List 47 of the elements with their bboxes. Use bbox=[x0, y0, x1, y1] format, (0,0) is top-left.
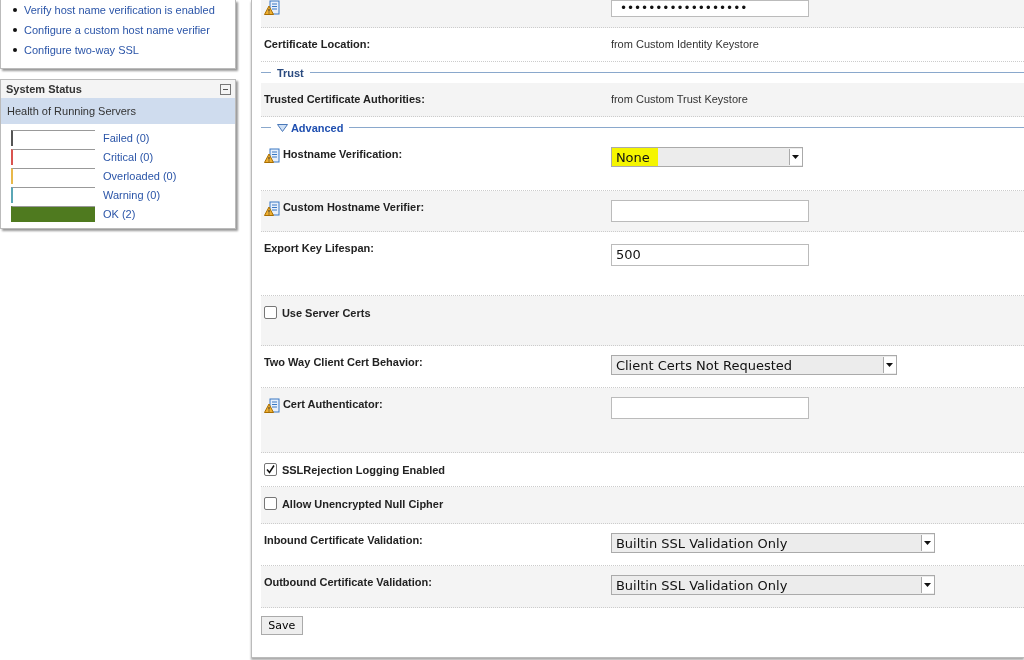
status-link[interactable]: Overloaded (0) bbox=[103, 170, 177, 182]
field-label: Export Key Lifespan: bbox=[263, 242, 374, 254]
help-link[interactable]: Configure two-way SSL bbox=[24, 40, 139, 60]
checkbox[interactable] bbox=[263, 463, 277, 476]
passphrase-field[interactable]: •••••••••••••••••• bbox=[610, 0, 809, 17]
checkbox-label: Use Server Certs bbox=[281, 306, 371, 319]
bullet-icon bbox=[13, 48, 17, 52]
status-link[interactable]: Critical (0) bbox=[103, 151, 154, 163]
field-value: from Custom Identity Keystore bbox=[610, 37, 759, 52]
help-link[interactable]: Configure a custom host name verifier bbox=[24, 20, 210, 40]
section-heading[interactable]: Advanced bbox=[290, 121, 344, 134]
panel-title: System Status bbox=[6, 83, 82, 95]
input-field[interactable] bbox=[610, 397, 809, 419]
status-link[interactable]: Failed (0) bbox=[103, 132, 150, 144]
field-label: Outbound Certificate Validation: bbox=[263, 576, 432, 588]
field-label: Two Way Client Cert Behavior: bbox=[263, 356, 423, 368]
dropdown[interactable]: None bbox=[610, 147, 803, 167]
help-link[interactable]: Verify host name verification is enabled bbox=[24, 0, 215, 20]
checkbox[interactable] bbox=[263, 497, 277, 510]
field-label: Custom Hostname Verifier: bbox=[282, 201, 425, 213]
field-label: Hostname Verification: bbox=[282, 148, 403, 160]
status-link[interactable]: Warning (0) bbox=[103, 189, 161, 201]
dropdown[interactable]: Builtin SSL Validation Only bbox=[610, 575, 935, 595]
caret-icon[interactable] bbox=[788, 149, 802, 165]
caret-icon[interactable] bbox=[882, 357, 896, 373]
field-label: Certificate Location: bbox=[263, 38, 371, 50]
dropdown[interactable]: Builtin SSL Validation Only bbox=[610, 533, 935, 553]
section-heading: Trust bbox=[276, 66, 304, 79]
bullet-icon bbox=[13, 28, 17, 32]
dropdown[interactable]: Client Certs Not Requested bbox=[610, 355, 897, 375]
input-field[interactable] bbox=[610, 200, 809, 222]
field-label: Inbound Certificate Validation: bbox=[263, 534, 423, 546]
field-label: Trusted Certificate Authorities: bbox=[263, 93, 425, 105]
checkbox[interactable] bbox=[263, 306, 277, 319]
collapse-icon[interactable] bbox=[219, 83, 231, 95]
checkbox-label: SSLRejection Logging Enabled bbox=[281, 463, 446, 476]
collapse-triangle-icon[interactable] bbox=[276, 123, 288, 132]
checkbox-label: Allow Unencrypted Null Cipher bbox=[281, 497, 444, 510]
bullet-icon bbox=[13, 8, 17, 12]
caret-icon[interactable] bbox=[920, 535, 934, 551]
input-field[interactable]: 500 bbox=[610, 244, 809, 266]
caret-icon[interactable] bbox=[920, 577, 934, 593]
status-link[interactable]: OK (2) bbox=[103, 208, 136, 220]
save-button[interactable]: Save bbox=[260, 616, 303, 635]
field-label: Cert Authenticator: bbox=[282, 398, 383, 410]
field-value: from Custom Trust Keystore bbox=[610, 92, 748, 107]
panel-subtitle: Health of Running Servers bbox=[1, 98, 235, 124]
